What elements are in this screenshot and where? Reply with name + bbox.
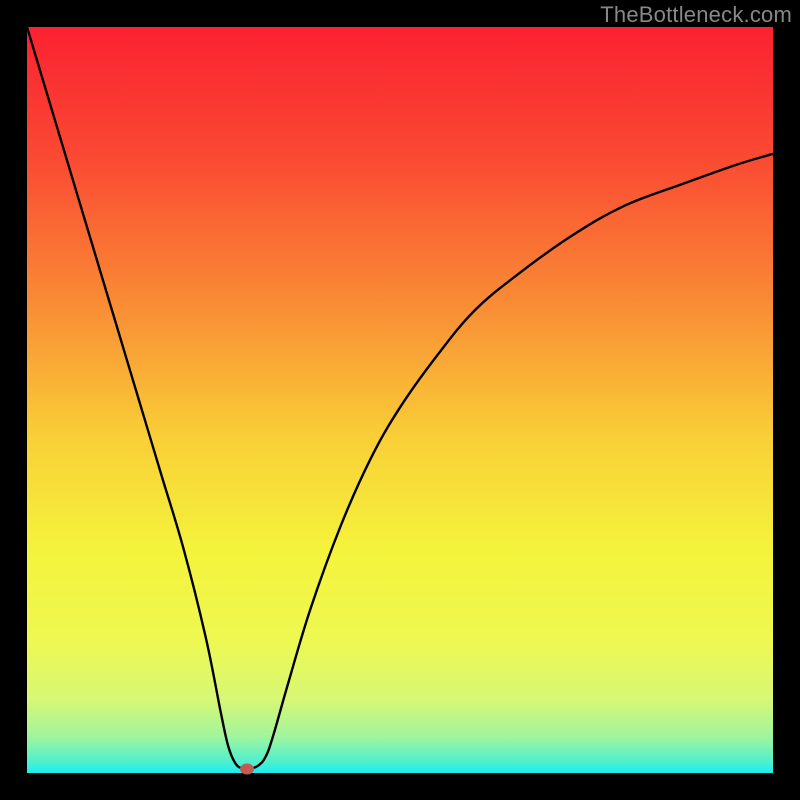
watermark-text: TheBottleneck.com: [600, 2, 792, 28]
min-marker: [240, 763, 254, 774]
curve-path: [27, 27, 773, 769]
chart-frame: TheBottleneck.com: [0, 0, 800, 800]
bottleneck-curve: [27, 27, 773, 773]
